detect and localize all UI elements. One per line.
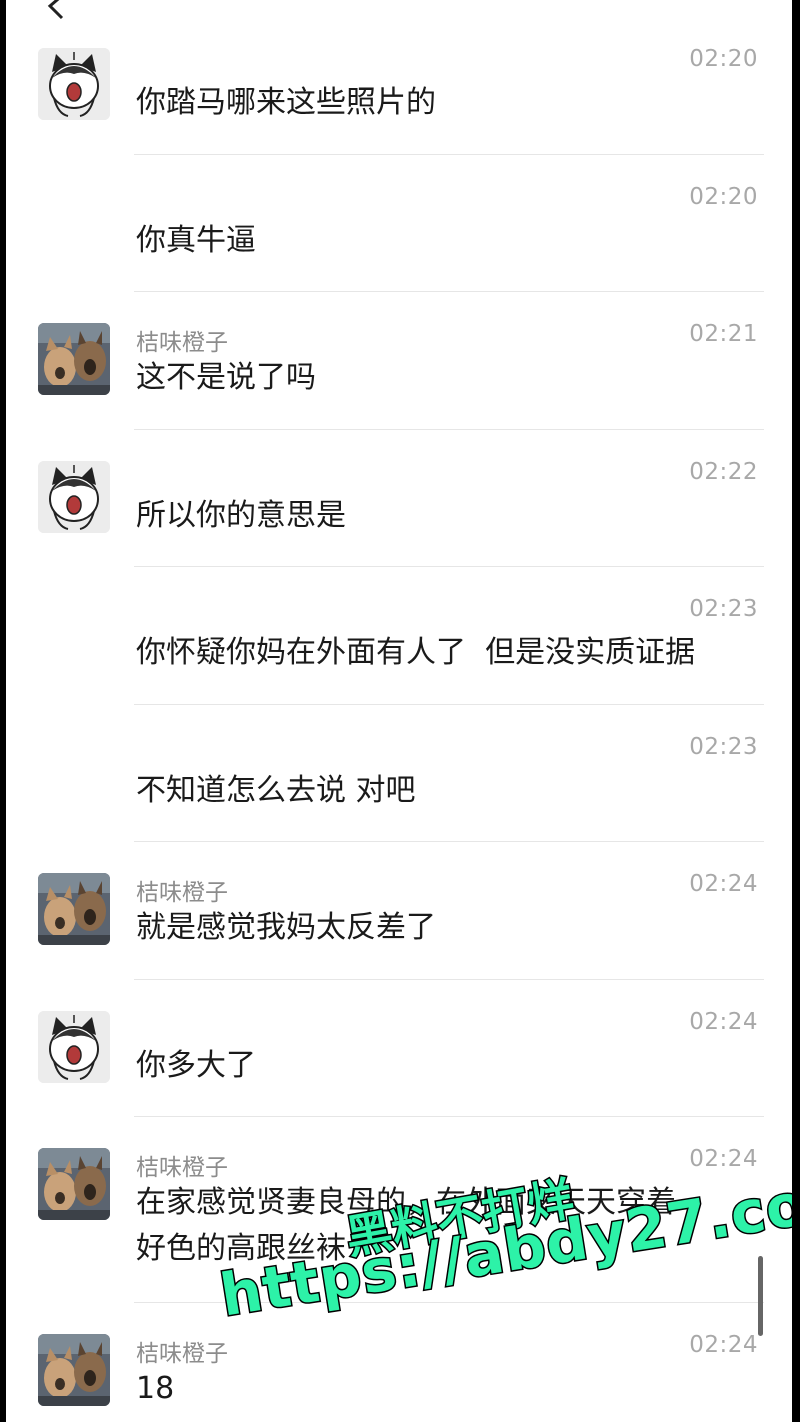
message-item[interactable]: 02:23 你怀疑你妈在外面有人了 但是没实质证据 xyxy=(6,568,792,706)
message-item[interactable]: 桔味橙子 02:24 就是感觉我妈太反差了 xyxy=(6,843,792,981)
message-text: 你踏马哪来这些照片的 xyxy=(136,85,436,120)
divider xyxy=(134,703,764,705)
message-time: 02:24 xyxy=(689,871,758,897)
message-item[interactable]: 桔味橙子 02:21 这不是说了吗 xyxy=(6,293,792,431)
dog-avatar[interactable] xyxy=(38,1333,110,1406)
message-item[interactable]: 02:22 所以你的意思是 xyxy=(6,431,792,569)
message-item[interactable]: 桔味橙子 02:24 18 xyxy=(6,1304,792,1422)
message-text: 你多大了 xyxy=(136,1047,256,1083)
divider xyxy=(134,428,764,430)
message-text: 你怀疑你妈在外面有人了 但是没实质证据 xyxy=(136,635,696,670)
message-text: 这不是说了吗 xyxy=(136,360,316,395)
sender-name: 桔味橙子 xyxy=(136,330,228,356)
sender-name: 桔味橙子 xyxy=(136,1340,228,1367)
chat-screen: 02:20 你踏马哪来这些照片的 02:20 你真牛逼 桔味橙子 02:21 这不是说了吗… xyxy=(6,0,792,1422)
scrollbar[interactable] xyxy=(758,1256,763,1336)
dog-avatar[interactable] xyxy=(38,873,110,945)
message-text: 你真牛逼 xyxy=(136,222,256,258)
message-time: 02:20 xyxy=(689,46,758,72)
cat-avatar[interactable] xyxy=(38,460,110,533)
dog-avatar[interactable] xyxy=(38,1148,110,1220)
dog-avatar[interactable] xyxy=(38,323,110,395)
message-item[interactable]: 02:23 不知道怎么去说 对吧 xyxy=(6,706,792,844)
cat-avatar[interactable] xyxy=(38,1010,110,1083)
message-text: 不知道怎么去说 对吧 xyxy=(136,772,416,808)
message-text: 就是感觉我妈太反差了 xyxy=(136,910,436,945)
divider xyxy=(134,153,764,155)
divider xyxy=(134,841,764,842)
sender-name: 桔味橙子 xyxy=(136,1155,228,1181)
message-item[interactable]: 02:24 你多大了 xyxy=(6,981,792,1119)
message-time: 02:20 xyxy=(689,183,758,210)
sender-name: 桔味橙子 xyxy=(136,880,228,906)
divider xyxy=(134,978,764,980)
message-time: 02:23 xyxy=(689,733,758,760)
message-text: 18 xyxy=(136,1370,175,1406)
message-time: 02:24 xyxy=(689,1008,758,1035)
message-time: 02:24 xyxy=(689,1331,758,1358)
message-time: 02:24 xyxy=(689,1146,758,1172)
divider xyxy=(134,1116,764,1117)
divider xyxy=(134,566,764,567)
more-icon[interactable] xyxy=(718,0,768,4)
cat-avatar[interactable] xyxy=(38,48,110,120)
message-time: 02:23 xyxy=(689,596,758,622)
message-time: 02:22 xyxy=(689,458,758,485)
message-item[interactable]: 02:20 你真牛逼 xyxy=(6,156,792,294)
message-time: 02:21 xyxy=(689,321,758,347)
message-item[interactable]: 02:20 你踏马哪来这些照片的 xyxy=(6,18,792,156)
divider xyxy=(134,291,764,292)
message-text: 所以你的意思是 xyxy=(136,497,346,533)
